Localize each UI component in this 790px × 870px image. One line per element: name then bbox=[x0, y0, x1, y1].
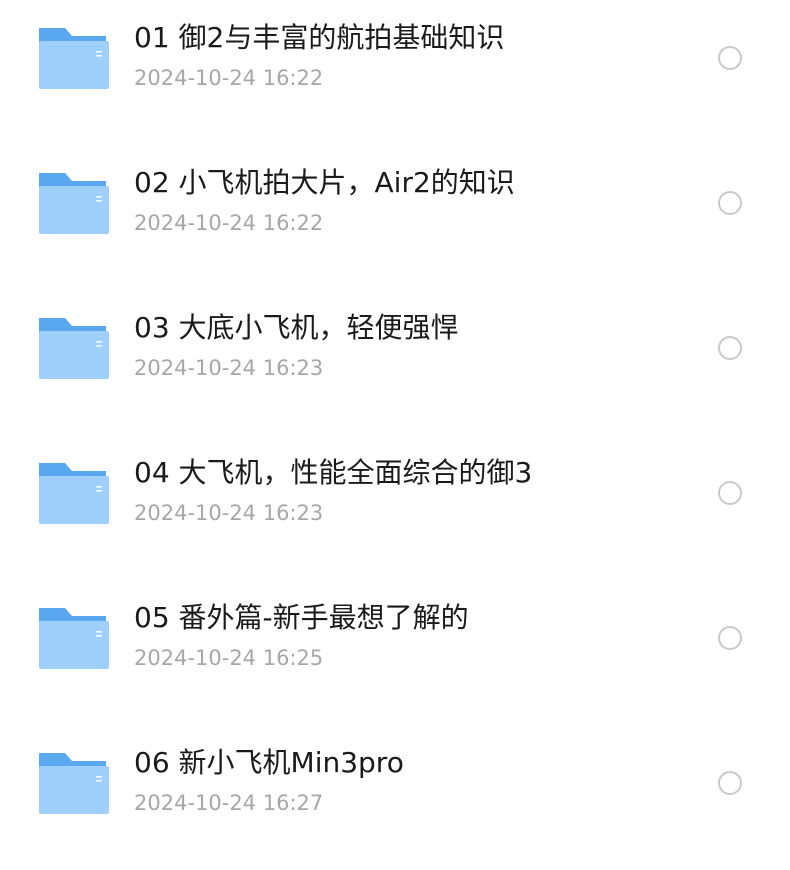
file-date: 2024-10-24 16:22 bbox=[134, 66, 324, 90]
file-date: 2024-10-24 16:23 bbox=[134, 356, 324, 380]
file-date: 2024-10-24 16:23 bbox=[134, 501, 324, 525]
folder-icon bbox=[36, 25, 109, 91]
folder-icon bbox=[36, 750, 109, 816]
file-name: 04 大飞机，性能全面综合的御3 bbox=[134, 456, 533, 489]
file-row[interactable]: 05 番外篇-新手最想了解的 2024-10-24 16:25 bbox=[0, 580, 790, 725]
file-row[interactable]: 04 大飞机，性能全面综合的御3 2024-10-24 16:23 bbox=[0, 435, 790, 580]
file-name: 06 新小飞机Min3pro bbox=[134, 746, 404, 779]
select-radio[interactable] bbox=[718, 771, 742, 795]
file-row[interactable]: 01 御2与丰富的航拍基础知识 2024-10-24 16:22 bbox=[0, 0, 790, 145]
folder-icon bbox=[36, 170, 109, 236]
file-name: 02 小飞机拍大片，Air2的知识 bbox=[134, 166, 515, 199]
file-name: 05 番外篇-新手最想了解的 bbox=[134, 601, 469, 634]
folder-icon bbox=[36, 460, 109, 526]
file-name: 03 大底小飞机，轻便强悍 bbox=[134, 311, 459, 344]
folder-icon bbox=[36, 315, 109, 381]
select-radio[interactable] bbox=[718, 336, 742, 360]
select-radio[interactable] bbox=[718, 626, 742, 650]
file-row[interactable]: 02 小飞机拍大片，Air2的知识 2024-10-24 16:22 bbox=[0, 145, 790, 290]
file-date: 2024-10-24 16:22 bbox=[134, 211, 324, 235]
file-row[interactable]: 03 大底小飞机，轻便强悍 2024-10-24 16:23 bbox=[0, 290, 790, 435]
file-row[interactable]: 06 新小飞机Min3pro 2024-10-24 16:27 bbox=[0, 725, 790, 870]
file-name: 01 御2与丰富的航拍基础知识 bbox=[134, 21, 505, 54]
folder-icon bbox=[36, 605, 109, 671]
file-date: 2024-10-24 16:27 bbox=[134, 791, 324, 815]
select-radio[interactable] bbox=[718, 481, 742, 505]
file-list: 01 御2与丰富的航拍基础知识 2024-10-24 16:22 02 小飞机拍… bbox=[0, 0, 790, 848]
file-date: 2024-10-24 16:25 bbox=[134, 646, 324, 670]
select-radio[interactable] bbox=[718, 46, 742, 70]
select-radio[interactable] bbox=[718, 191, 742, 215]
